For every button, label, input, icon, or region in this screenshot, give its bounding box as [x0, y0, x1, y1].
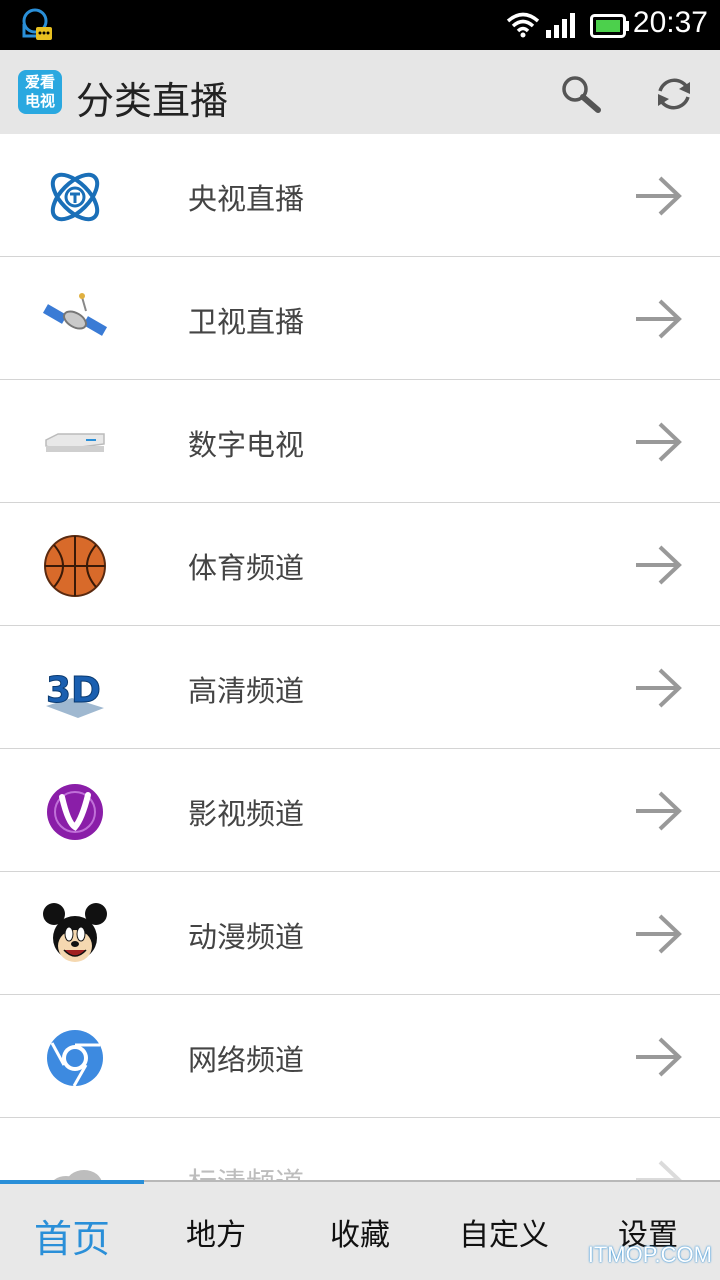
arrow-right-icon — [636, 668, 682, 708]
signal-icon — [546, 13, 575, 38]
search-icon[interactable] — [558, 72, 602, 116]
list-item-label: 影视频道 — [188, 797, 305, 831]
list-item-label: 高清频道 — [188, 674, 305, 708]
satellite-icon — [42, 293, 108, 336]
arrow-right-icon — [636, 299, 682, 339]
app-bar: 爱看 电视 分类直播 — [0, 50, 720, 134]
watermark: ITMOP.COM — [587, 1242, 712, 1267]
status-bar: 20:37 — [0, 0, 720, 50]
3d-icon: 3D — [46, 670, 104, 718]
arrow-right-icon — [636, 422, 682, 462]
wifi-icon — [506, 12, 540, 38]
active-tab-indicator — [0, 1180, 144, 1184]
list-item-label: 数字电视 — [188, 428, 305, 462]
list-item-label: 标清频道 — [188, 1160, 304, 1180]
cloud-icon — [54, 1170, 102, 1180]
arrow-right-icon — [636, 176, 682, 216]
film-v-icon — [47, 784, 103, 840]
list-item-label: 央视直播 — [188, 182, 305, 216]
arrow-right-icon — [636, 1160, 682, 1180]
status-time: 20:37 — [632, 6, 708, 39]
battery-icon — [590, 14, 629, 38]
basketball-icon — [44, 535, 106, 597]
list-item[interactable]: 卫视直播 — [0, 257, 720, 380]
list-item[interactable]: 动漫频道 — [0, 872, 720, 995]
list-item-label: 体育频道 — [188, 551, 305, 585]
tab-custom[interactable]: 自定义 — [432, 1210, 576, 1254]
refresh-icon[interactable] — [652, 72, 696, 116]
list-item[interactable]: 央视直播 — [0, 134, 720, 257]
tab-favorites[interactable]: 收藏 — [288, 1210, 432, 1254]
list-item-label: 动漫频道 — [188, 920, 305, 954]
arrow-right-icon — [636, 1037, 682, 1077]
list-item-label: 网络频道 — [188, 1043, 305, 1077]
cctv-logo-icon — [50, 172, 100, 222]
app-logo: 爱看 电视 — [18, 70, 62, 114]
set-top-box-icon — [45, 433, 105, 452]
chat-notification-icon — [22, 8, 52, 40]
list-item[interactable]: 3D 高清频道 — [0, 626, 720, 749]
logo-text-bottom: 电视 — [24, 92, 55, 110]
mickey-icon — [43, 903, 107, 962]
list-item[interactable]: 影视频道 — [0, 749, 720, 872]
list-item[interactable]: 网络频道 — [0, 995, 720, 1118]
logo-text-top: 爱看 — [24, 73, 55, 91]
arrow-right-icon — [636, 791, 682, 831]
arrow-right-icon — [636, 914, 682, 954]
chrome-icon — [47, 1030, 103, 1087]
arrow-right-icon — [636, 545, 682, 585]
tab-local[interactable]: 地方 — [144, 1210, 288, 1254]
tab-home[interactable]: 首页 — [0, 1208, 144, 1263]
page-title: 分类直播 — [76, 79, 229, 123]
svg-text:3D: 3D — [46, 670, 101, 711]
list-item[interactable]: 体育频道 — [0, 503, 720, 626]
list-item[interactable]: 标清频道 — [0, 1118, 720, 1180]
list-item[interactable]: 数字电视 — [0, 380, 720, 503]
category-list: 央视直播 卫视直播 数字电视 体育频道 3D 高清频道 影视频道 动漫频道 网络… — [0, 134, 720, 1180]
list-item-label: 卫视直播 — [188, 305, 305, 339]
